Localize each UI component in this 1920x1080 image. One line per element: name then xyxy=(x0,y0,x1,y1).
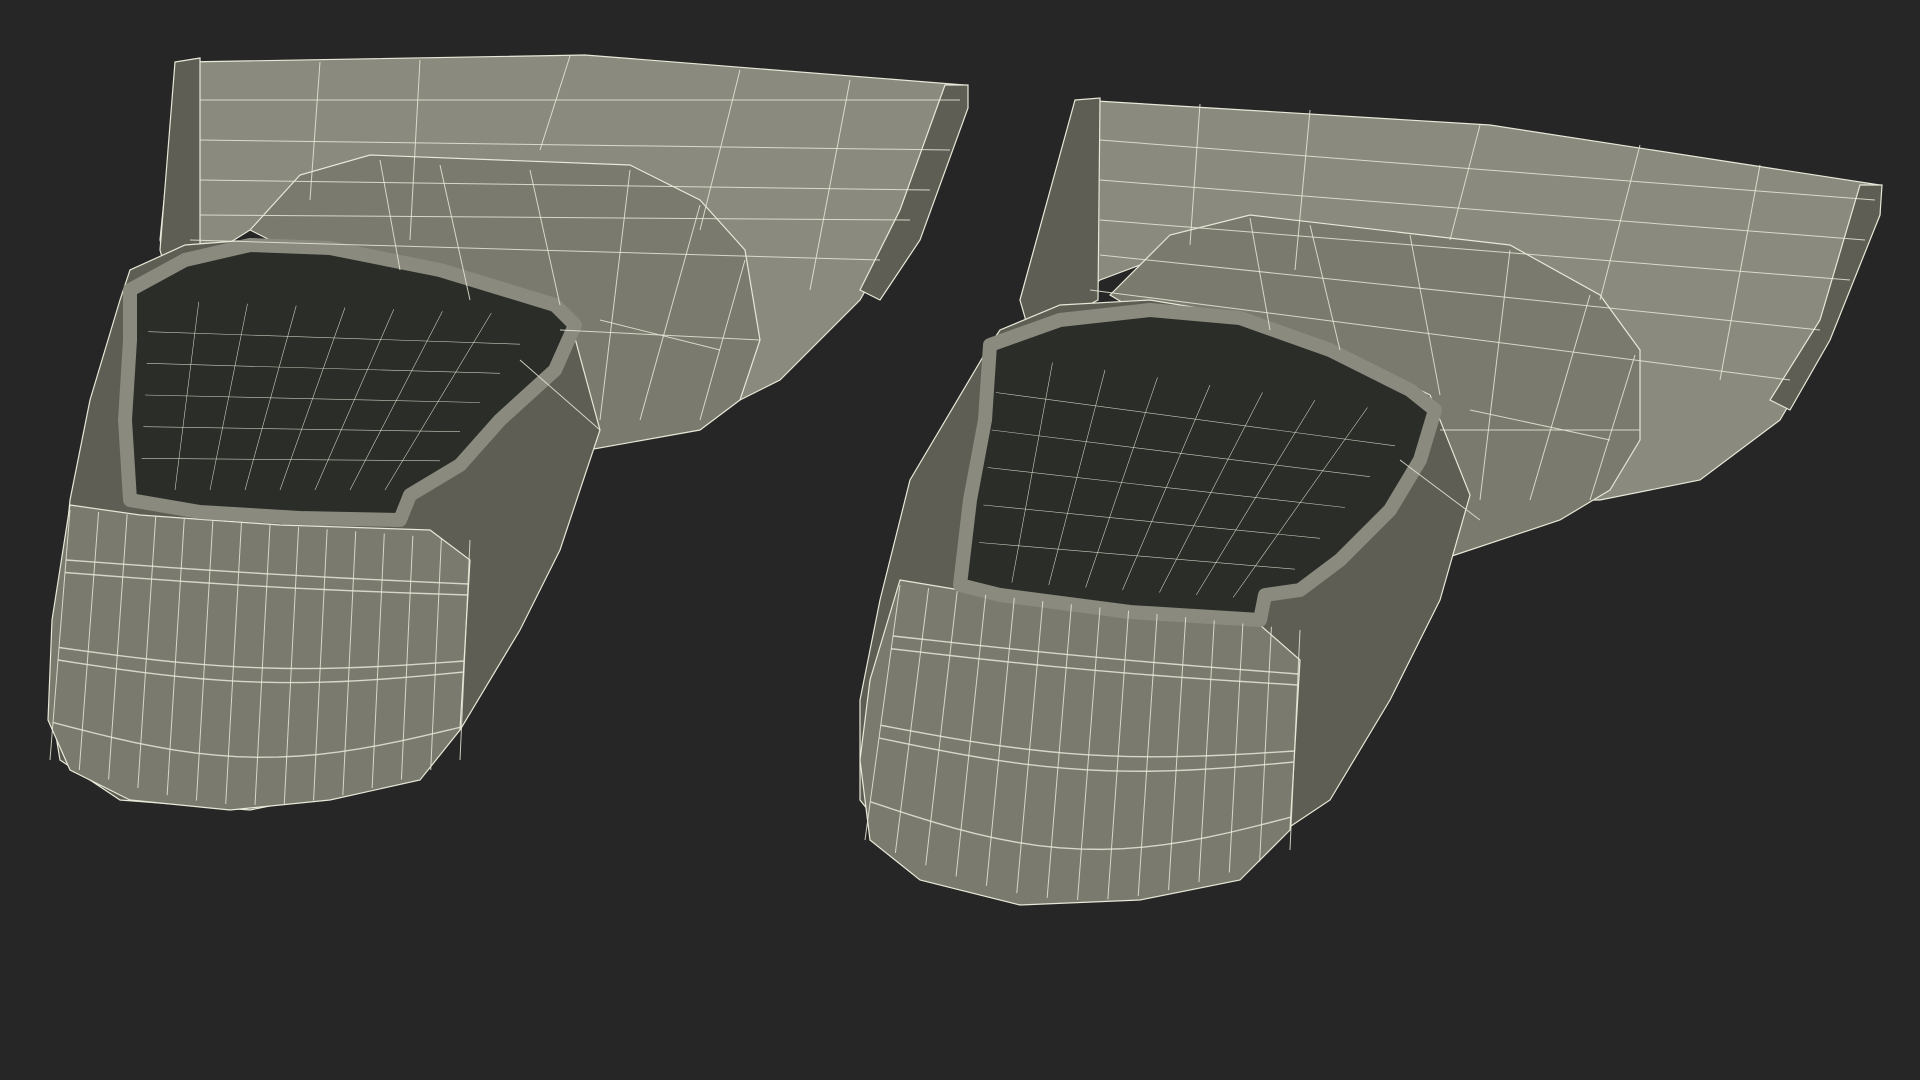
heel-front xyxy=(859,579,1301,906)
render-viewport xyxy=(0,0,1920,1080)
wireframe-render xyxy=(0,0,1920,1080)
